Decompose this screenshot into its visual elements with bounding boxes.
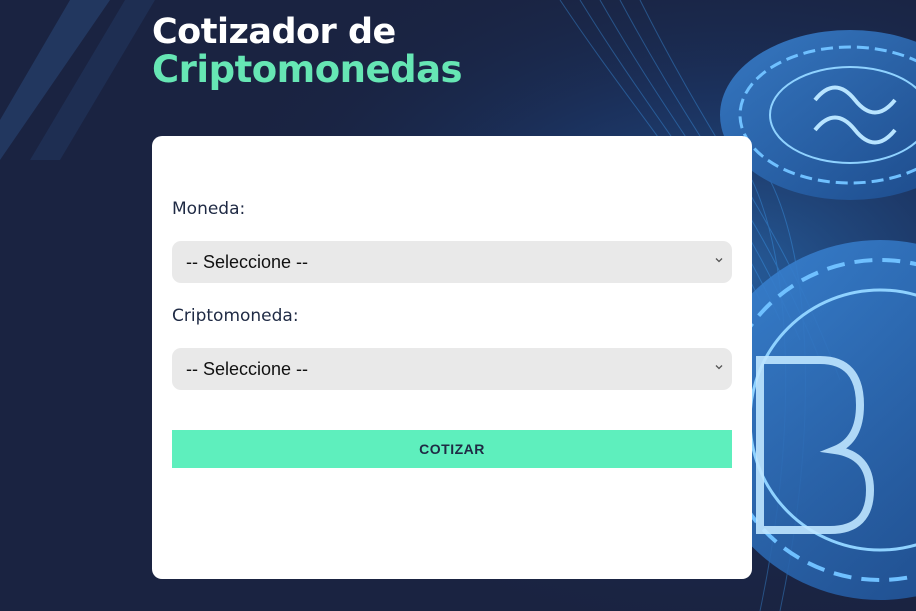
title-line-2: Criptomonedas — [152, 48, 463, 91]
crypto-select[interactable]: -- Seleccione -- — [172, 348, 732, 390]
crypto-label: Criptomoneda: — [172, 306, 299, 326]
chevron-down-icon — [715, 258, 723, 263]
page-title: Cotizador de Criptomonedas — [152, 12, 463, 91]
quote-form-card: Moneda: -- Seleccione -- Criptomoneda: -… — [152, 136, 752, 579]
chevron-down-icon — [715, 365, 723, 370]
crypto-select-value: -- Seleccione -- — [186, 358, 309, 379]
currency-select[interactable]: -- Seleccione -- — [172, 241, 732, 283]
currency-select-value: -- Seleccione -- — [186, 251, 309, 272]
currency-label: Moneda: — [172, 199, 246, 219]
quote-button[interactable]: COTIZAR — [172, 430, 732, 468]
title-line-1: Cotizador de — [152, 12, 396, 52]
